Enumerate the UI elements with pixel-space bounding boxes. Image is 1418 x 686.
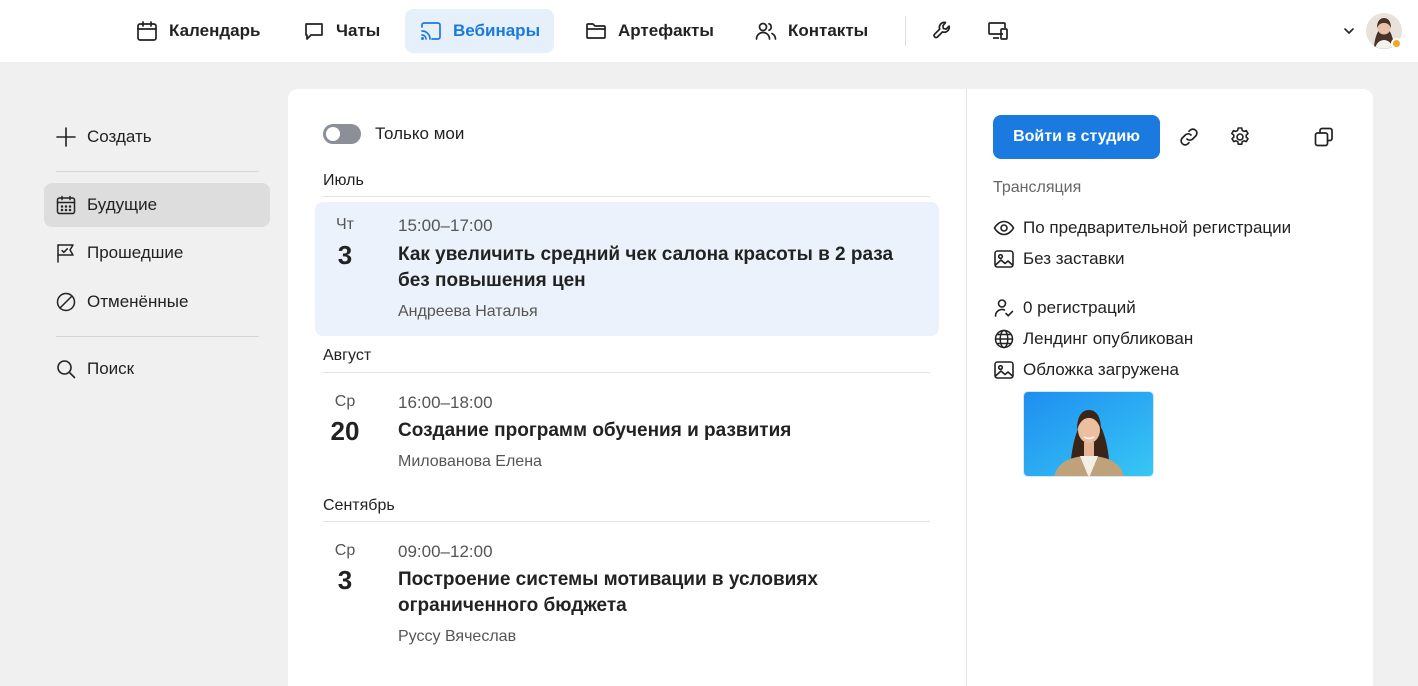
calendar-icon: [135, 19, 159, 43]
sidebar-divider: [56, 336, 259, 337]
webinar-item[interactable]: Ср 3 09:00–12:00 Построение системы моти…: [315, 530, 939, 670]
event-weekday: Чт: [336, 216, 354, 233]
event-host: Руссу Вячеслав: [398, 628, 517, 645]
event-title: Как увеличить средний чек салона красоты…: [398, 244, 894, 291]
detail-text: Обложка загружена: [1023, 360, 1180, 379]
month-heading: Август: [323, 347, 372, 364]
month-divider: [323, 372, 930, 373]
folder-icon: [584, 19, 608, 43]
event-time: 16:00–18:00: [398, 393, 493, 412]
event-weekday: Ср: [334, 393, 356, 410]
event-host: Милованова Елена: [398, 453, 542, 470]
search-icon: [55, 358, 77, 380]
sidebar-item-label: Прошедшие: [87, 243, 184, 262]
sidebar-divider: [56, 171, 259, 172]
nav-artifacts[interactable]: Артефакты: [570, 9, 728, 53]
only-mine-toggle[interactable]: [323, 124, 361, 144]
sidebar-item-cancelled[interactable]: Отменённые: [44, 280, 270, 324]
nav-label: Чаты: [336, 21, 381, 40]
sidebar-item-label: Будущие: [87, 195, 158, 214]
create-label: Создать: [87, 127, 152, 146]
detail-row: Лендинг опубликован: [993, 328, 1193, 350]
devices-icon: [986, 19, 1010, 43]
month-heading: Сентябрь: [323, 497, 395, 514]
month-divider: [323, 196, 930, 197]
copy-icon[interactable]: [1312, 125, 1336, 149]
nav-calendar[interactable]: Календарь: [121, 9, 274, 53]
wrench-icon: [931, 19, 955, 43]
panel-divider: [966, 89, 967, 686]
sidebar-item-past[interactable]: Прошедшие: [44, 231, 270, 275]
eye-icon: [993, 217, 1015, 239]
top-navigation-bar: Календарь Чаты Вебинары Артефакты Контак…: [0, 0, 1418, 62]
status-indicator: [1391, 38, 1402, 49]
nav-label: Календарь: [169, 21, 261, 40]
detail-text: Лендинг опубликован: [1023, 329, 1194, 348]
detail-row: Без заставки: [993, 248, 1125, 270]
month-divider: [323, 521, 930, 522]
sidebar-item-label: Отменённые: [87, 292, 189, 311]
user-check-icon: [993, 297, 1015, 319]
month-heading: Июль: [323, 172, 364, 189]
event-title: Построение системы мотивации в условиях …: [398, 569, 818, 616]
event-weekday: Ср: [334, 542, 356, 559]
chevron-down-icon[interactable]: [1341, 23, 1357, 39]
nav-label: Контакты: [788, 21, 869, 40]
nav-label: Вебинары: [453, 21, 541, 40]
cancel-icon: [55, 291, 77, 313]
event-day: 20: [330, 416, 360, 446]
link-icon[interactable]: [1177, 125, 1201, 149]
only-mine-label: Только мои: [375, 124, 465, 143]
detail-row: По предварительной регистрации: [993, 217, 1291, 239]
gear-icon[interactable]: [1228, 125, 1252, 149]
detail-row: 0 регистраций: [993, 297, 1136, 319]
calendar-grid-icon: [55, 194, 77, 216]
event-day: 3: [337, 565, 353, 595]
event-time: 09:00–12:00: [398, 542, 493, 561]
event-title: Создание программ обучения и развития: [398, 420, 792, 441]
chat-icon: [302, 19, 326, 43]
webinar-item[interactable]: Ср 20 16:00–18:00 Создание программ обуч…: [315, 380, 939, 492]
globe-icon: [993, 328, 1015, 350]
tools-button[interactable]: [927, 15, 959, 47]
create-button[interactable]: Создать: [44, 115, 270, 159]
webinar-item[interactable]: Чт 3 15:00–17:00 Как увеличить средний ч…: [315, 202, 939, 336]
nav-webinars[interactable]: Вебинары: [405, 9, 555, 53]
enter-studio-button[interactable]: Войти в студию: [993, 115, 1160, 159]
event-time: 15:00–17:00: [398, 216, 493, 235]
nav-divider: [905, 16, 906, 46]
event-host: Андреева Наталья: [398, 303, 538, 320]
image-icon: [993, 248, 1015, 270]
contacts-icon: [754, 19, 778, 43]
search-label: Поиск: [87, 359, 135, 378]
nav-contacts[interactable]: Контакты: [740, 9, 882, 53]
search-button[interactable]: Поиск: [44, 347, 270, 391]
detail-text: По предварительной регистрации: [1023, 218, 1292, 237]
detail-text: 0 регистраций: [1023, 298, 1136, 317]
nav-label: Артефакты: [618, 21, 714, 40]
broadcast-label: Трансляция: [993, 179, 1082, 196]
plus-icon: [55, 126, 77, 148]
devices-button[interactable]: [982, 15, 1014, 47]
image-icon: [993, 359, 1015, 381]
cover-image[interactable]: [1023, 391, 1154, 477]
detail-text: Без заставки: [1023, 249, 1125, 268]
toggle-knob: [326, 127, 340, 141]
detail-row: Обложка загружена: [993, 359, 1179, 381]
sidebar-item-upcoming[interactable]: Будущие: [44, 183, 270, 227]
cast-icon: [419, 19, 443, 43]
nav-chats[interactable]: Чаты: [288, 9, 394, 53]
flag-icon: [55, 242, 77, 264]
event-day: 3: [337, 240, 353, 270]
